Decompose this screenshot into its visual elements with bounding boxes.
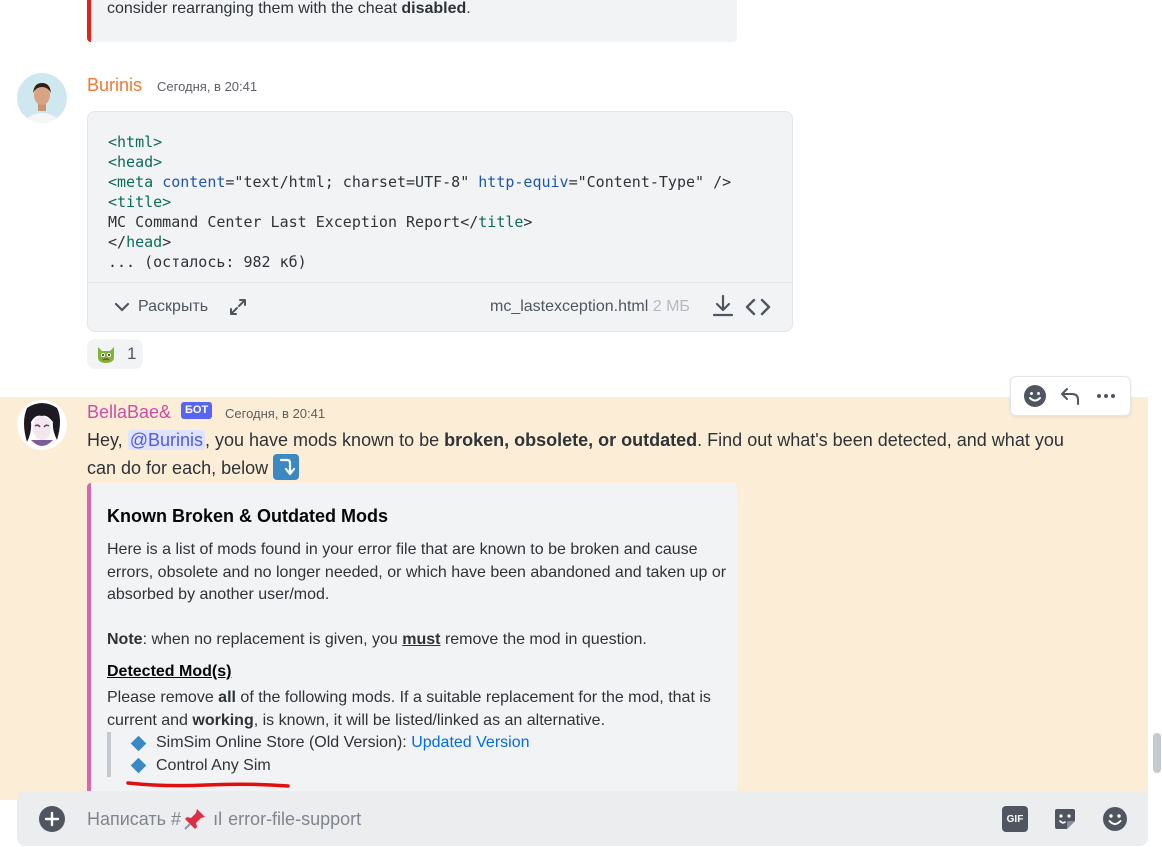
embed-description: Here is a list of mods found in your err… [107,539,727,652]
code-line-5: MC Command Center Last Exception Report<… [108,213,533,231]
red-underline-annotation [126,781,290,788]
detected-mods-quote: SimSim Online Store (Old Version): Updat… [107,732,707,777]
user-mention[interactable]: @Burinis [127,430,205,450]
list-item: SimSim Online Store (Old Version): Updat… [130,732,707,755]
code-line-4: <title> [108,193,172,211]
sticker-icon[interactable] [1052,806,1078,832]
more-options-button[interactable] [1091,381,1121,411]
view-code-icon[interactable] [744,295,772,319]
blue-diamond-icon [130,757,147,774]
pushpin-icon [184,809,206,830]
code-attachment: <html> <head> <meta content="text/html; … [87,111,793,332]
message-input[interactable]: Написать # ıl error-file-support [87,807,361,831]
code-line-7: ... (осталось: 982 кб) [108,253,307,271]
bot-badge: БОТ [181,402,213,419]
expand-button[interactable]: Раскрыть [112,297,208,317]
embed-title: Known Broken & Outdated Mods [107,506,388,526]
plus-icon [44,811,60,827]
updated-version-link[interactable]: Updated Version [411,734,529,751]
embed-field-name: Detected Mod(s) [107,663,232,680]
message-composer[interactable]: Написать # ıl error-file-support GIF [17,791,1148,846]
bot-author[interactable]: BellaBae& [87,402,171,423]
message-actions-toolbar [1010,376,1131,416]
bot-avatar[interactable] [17,400,67,450]
messages-scroller[interactable]: consider rearranging them with the cheat… [0,0,1148,800]
embed-field-value: Please remove all of the following mods.… [107,689,711,729]
gif-button[interactable]: GIF [1002,806,1028,832]
bot-message-timestamp: Сегодня, в 20:41 [225,406,326,421]
blue-diamond-icon [130,735,147,752]
message-timestamp: Сегодня, в 20:41 [157,79,258,94]
scrollbar-track[interactable] [1150,0,1162,800]
download-icon[interactable] [710,293,736,319]
angry-cat-emoji-icon [98,347,114,363]
more-icon [1097,394,1116,398]
reaction-button[interactable]: 1 [87,339,143,369]
expand-label: Раскрыть [138,298,209,315]
reply-icon [1061,388,1080,405]
rich-embed: Known Broken & Outdated Mods Here is a l… [87,483,737,800]
attachment-footer: Раскрыть mc_lastexception.html 2 МБ [88,282,792,331]
previous-embed-text: consider rearranging them with the cheat… [107,0,471,17]
fullscreen-icon[interactable] [228,297,248,317]
chevron-down-icon [114,302,130,312]
code-line-1: <html> [108,133,163,151]
code-line-6: </head> [108,233,172,251]
previous-embed: consider rearranging them with the cheat… [87,0,737,42]
smile-icon [1023,385,1046,407]
bot-message-text: Hey, @Burinis, you have mods known to be… [87,430,1064,480]
avatar[interactable] [17,73,67,123]
code-line-3: <meta content="text/html; charset=UTF-8"… [108,173,732,191]
file-size: 2 МБ [652,298,690,315]
add-attachment-button[interactable] [39,806,65,832]
embed-note: Note: when no replacement is given, you … [107,631,647,648]
emoji-picker-icon[interactable] [1102,806,1128,832]
add-reaction-button[interactable] [1020,381,1050,411]
arrow-down-emoji-icon [273,454,300,480]
message-author[interactable]: Burinis [87,75,142,96]
code-preview: <html> <head> <meta content="text/html; … [108,132,731,272]
file-name[interactable]: mc_lastexception.html 2 МБ [490,298,690,316]
list-item: Control Any Sim [130,755,707,778]
reaction-count: 1 [127,344,137,363]
reply-button[interactable] [1055,381,1085,411]
channel-separator: ıl [213,808,223,829]
scrollbar-thumb[interactable] [1153,733,1161,773]
code-line-2: <head> [108,153,163,171]
